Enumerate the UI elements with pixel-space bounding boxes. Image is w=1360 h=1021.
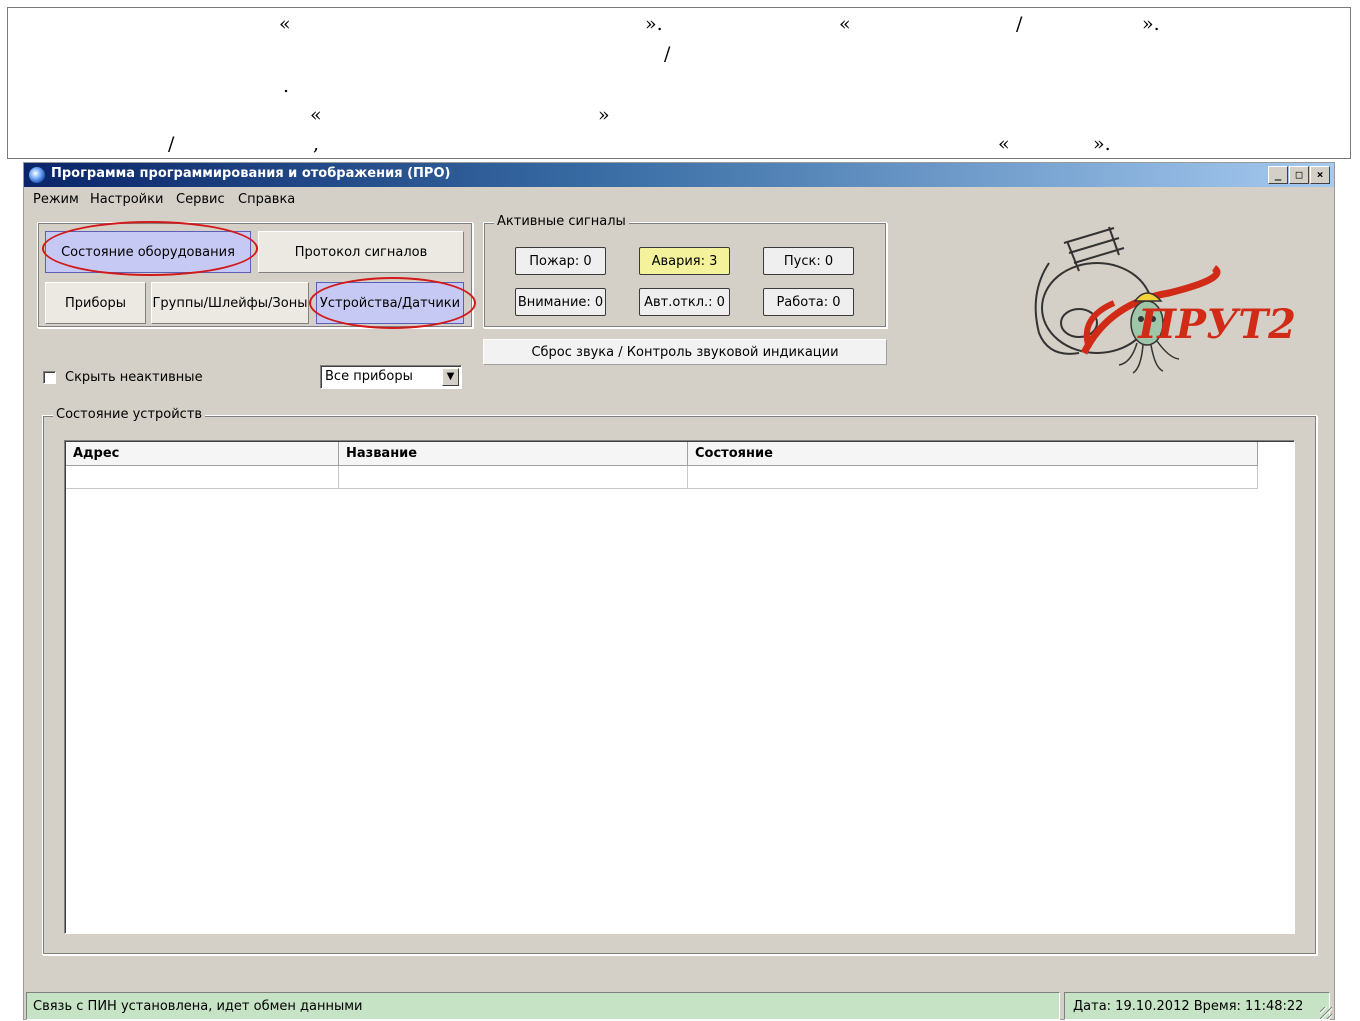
auto-off-counter-button[interactable]: Авт.откл.: 0 — [639, 288, 730, 316]
tab-signal-log[interactable]: Протокол сигналов — [258, 231, 464, 273]
connection-status: Связь с ПИН установлена, идет обмен данн… — [26, 992, 1060, 1020]
column-header-address[interactable]: Адрес — [66, 442, 339, 466]
date-time-status: Дата: 19.10.2012 Время: 11:48:22 — [1064, 992, 1330, 1020]
doc-quote-mark: « — [310, 104, 322, 126]
doc-quote-mark: » — [598, 104, 610, 126]
hide-inactive-checkbox[interactable] — [43, 371, 56, 384]
doc-quote-mark: « — [839, 13, 851, 35]
menu-service[interactable]: Сервис — [176, 192, 225, 207]
device-state-table[interactable]: Адрес Название Состояние — [64, 440, 1295, 934]
tab-sensors[interactable]: Устройства/Датчики — [316, 282, 464, 324]
table-cell[interactable] — [339, 466, 688, 489]
doc-quote-mark: « — [279, 13, 291, 35]
table-cell[interactable] — [66, 466, 339, 489]
reset-sound-button[interactable]: Сброс звука / Контроль звуковой индикаци… — [483, 339, 887, 365]
menu-help[interactable]: Справка — [238, 192, 295, 207]
resize-grip-icon[interactable] — [1320, 1007, 1332, 1019]
doc-comma-mark: , — [313, 133, 320, 155]
work-counter-button[interactable]: Работа: 0 — [763, 288, 854, 316]
status-bar: Связь с ПИН установлена, идет обмен данн… — [24, 991, 1334, 1021]
hide-inactive-label: Скрыть неактивные — [65, 370, 203, 385]
doc-slash-mark: / — [1016, 13, 1023, 35]
document-divider — [7, 158, 1350, 159]
column-header-name[interactable]: Название — [339, 442, 688, 466]
doc-slash-mark: / — [664, 43, 671, 65]
prut2-logo: ПРУТ2 — [1019, 223, 1314, 378]
menu-mode[interactable]: Режим — [33, 192, 79, 207]
doc-quote-mark: ». — [645, 13, 663, 35]
menu-settings[interactable]: Настройки — [90, 192, 163, 207]
device-select[interactable]: Все приборы ▼ — [320, 365, 462, 389]
device-select-value: Все приборы — [325, 369, 413, 384]
fault-counter-button[interactable]: Авария: 3 — [639, 247, 730, 275]
doc-quote-mark: ». — [1142, 13, 1160, 35]
doc-slash-mark: / — [168, 133, 175, 155]
tab-equipment-state[interactable]: Состояние оборудования — [45, 231, 251, 273]
doc-quote-mark: ». — [1093, 133, 1111, 155]
logo-text: ПРУТ2 — [1138, 301, 1296, 348]
active-signals-legend: Активные сигналы — [494, 214, 629, 229]
attention-counter-button[interactable]: Внимание: 0 — [515, 288, 606, 316]
app-window: Программа программирования и отображения… — [23, 162, 1335, 1020]
title-bar[interactable]: Программа программирования и отображения… — [24, 163, 1334, 187]
device-state-legend: Состояние устройств — [53, 407, 206, 422]
table-cell[interactable] — [688, 466, 1258, 489]
chevron-down-icon[interactable]: ▼ — [442, 368, 459, 386]
tab-devices[interactable]: Приборы — [45, 282, 146, 324]
close-button[interactable]: × — [1310, 166, 1330, 184]
start-counter-button[interactable]: Пуск: 0 — [763, 247, 854, 275]
tab-groups-loops-zones[interactable]: Группы/Шлейфы/Зоны — [151, 282, 309, 324]
maximize-button[interactable]: □ — [1289, 166, 1309, 184]
column-header-state[interactable]: Состояние — [688, 442, 1258, 466]
doc-period-mark: . — [283, 75, 290, 97]
doc-quote-mark: « — [998, 133, 1010, 155]
app-icon — [28, 166, 46, 184]
minimize-button[interactable]: _ — [1268, 166, 1288, 184]
fire-counter-button[interactable]: Пожар: 0 — [515, 247, 606, 275]
window-title: Программа программирования и отображения… — [51, 166, 451, 181]
